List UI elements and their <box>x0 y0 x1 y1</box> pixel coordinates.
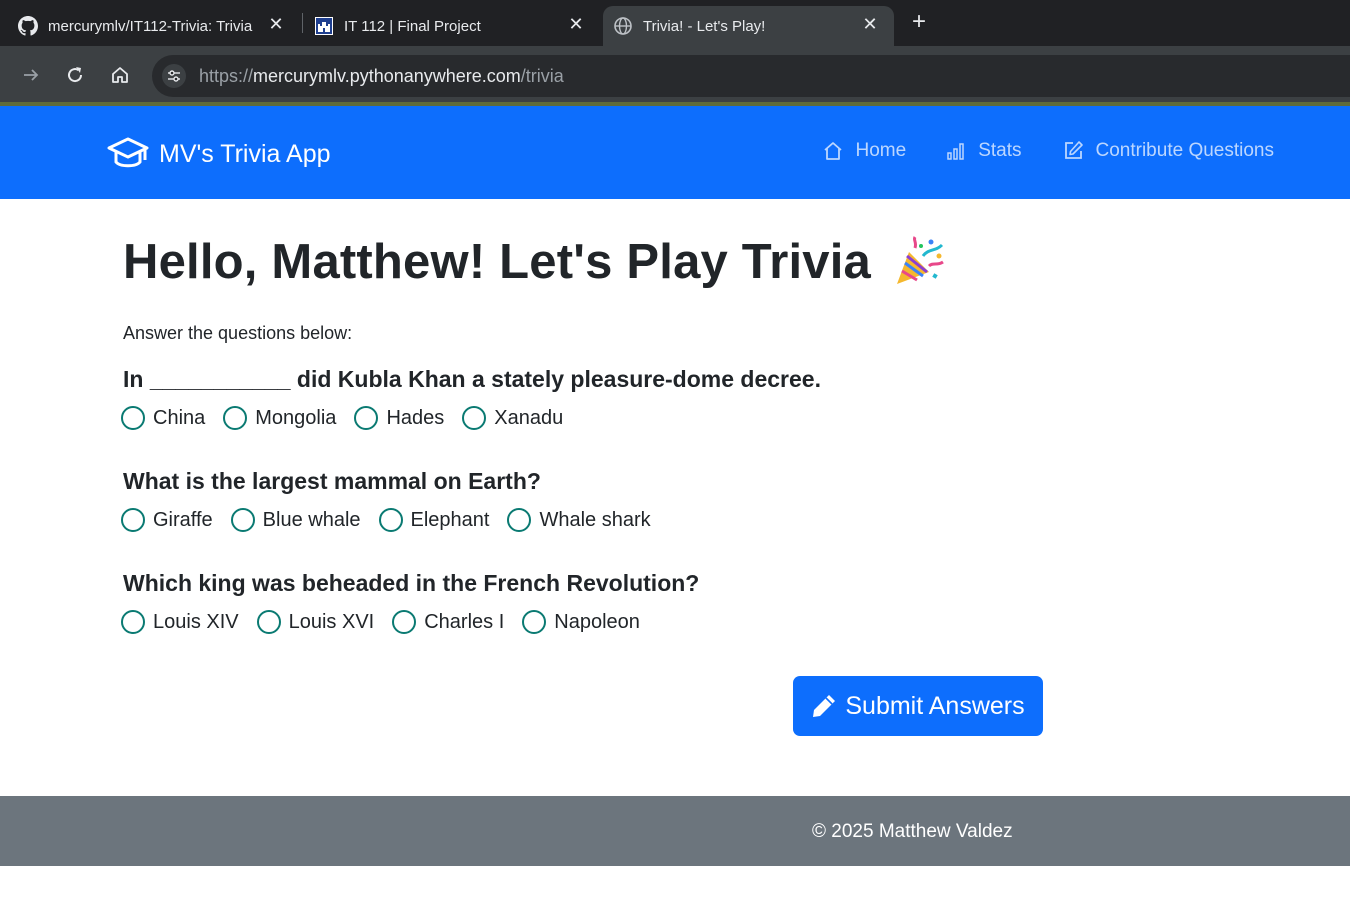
answer-options: Giraffe Blue whale Elephant Whale shark <box>121 508 1043 532</box>
option-label: Louis XVI <box>288 610 375 633</box>
submit-label: Submit Answers <box>845 691 1025 720</box>
answer-options: China Mongolia Hades Xanadu <box>121 406 1043 430</box>
radio-button[interactable] <box>230 508 255 532</box>
radio-button[interactable] <box>462 406 487 430</box>
option-label: Xanadu <box>494 406 564 429</box>
answer-option[interactable]: Xanadu <box>462 406 563 430</box>
answer-option[interactable]: Mongolia <box>223 406 336 430</box>
option-label: Blue whale <box>262 508 361 531</box>
pencil-square-icon <box>1062 140 1084 162</box>
question-block-2: What is the largest mammal on Earth? Gir… <box>121 468 1043 570</box>
new-tab-button[interactable]: + <box>906 10 932 36</box>
question-block-3: Which king was beheaded in the French Re… <box>121 570 1043 672</box>
graduation-cap-icon <box>107 136 149 172</box>
reload-icon[interactable] <box>62 62 88 88</box>
tab-title: mercurymlv/IT112-Trivia: Trivia a <box>48 17 256 35</box>
house-icon <box>822 140 844 162</box>
url-text: https://mercurymlv.pythonanywhere.com/tr… <box>199 66 564 87</box>
bar-chart-icon <box>946 141 966 161</box>
answer-option[interactable]: Louis XVI <box>256 610 375 634</box>
browser-tab-final-project[interactable]: IT 112 | Final Project ✕ <box>304 6 600 46</box>
tab-title: IT 112 | Final Project <box>344 17 481 35</box>
nav-link-label: Home <box>855 140 907 161</box>
option-label: China <box>153 406 206 429</box>
tab-title: Trivia! - Let's Play! <box>643 17 766 35</box>
home-icon[interactable] <box>107 62 133 88</box>
browser-toolbar: https://mercurymlv.pythonanywhere.com/tr… <box>0 46 1350 104</box>
radio-button[interactable] <box>223 406 248 430</box>
radio-button[interactable] <box>354 406 379 430</box>
option-label: Charles I <box>424 610 505 633</box>
globe-icon <box>613 16 633 36</box>
radio-button[interactable] <box>121 610 145 634</box>
question-block-1: In ___________ did Kubla Khan a stately … <box>121 366 1043 468</box>
brand-title: MV's Trivia App <box>159 139 331 168</box>
answer-option[interactable]: Hades <box>354 406 444 430</box>
radio-button[interactable] <box>256 610 281 634</box>
github-icon <box>18 16 38 36</box>
nav-link-stats[interactable]: Stats <box>946 140 1022 162</box>
browser-tab-strip: mercurymlv/IT112-Trivia: Trivia a ✕ IT 1… <box>0 0 1350 46</box>
tab-separator <box>302 13 303 33</box>
answer-option[interactable]: Giraffe <box>121 508 213 532</box>
answer-option[interactable]: Blue whale <box>230 508 361 532</box>
app-navbar: MV's Trivia App Home Stats Contribute Qu… <box>0 106 1350 199</box>
radio-button[interactable] <box>507 508 532 532</box>
forward-arrow-icon[interactable] <box>18 62 44 88</box>
question-text: In ___________ did Kubla Khan a stately … <box>123 366 821 392</box>
page-title: Hello, Matthew! Let's Play Trivia <box>123 230 1043 294</box>
answer-option[interactable]: Charles I <box>392 610 504 634</box>
party-popper-icon <box>893 236 945 288</box>
answer-option[interactable]: Napoleon <box>522 610 640 634</box>
nav-link-label: Contribute Questions <box>1095 140 1275 161</box>
option-label: Hades <box>386 406 445 429</box>
option-label: Louis XIV <box>153 610 239 633</box>
answer-option[interactable]: Louis XIV <box>121 610 239 634</box>
option-label: Elephant <box>410 508 490 531</box>
option-label: Napoleon <box>554 610 640 633</box>
main-content: Hello, Matthew! Let's Play Trivia Answer… <box>121 230 1043 672</box>
radio-button[interactable] <box>522 610 547 634</box>
radio-button[interactable] <box>121 508 145 532</box>
close-tab-icon[interactable]: ✕ <box>566 14 586 34</box>
close-tab-icon[interactable]: ✕ <box>266 14 286 34</box>
answer-options: Louis XIV Louis XVI Charles I Napoleon <box>121 610 1043 634</box>
submit-answers-button[interactable]: Submit Answers <box>793 676 1043 736</box>
radio-button[interactable] <box>121 406 145 430</box>
navbar-brand[interactable]: MV's Trivia App <box>107 136 331 172</box>
nav-link-contribute[interactable]: Contribute Questions <box>1062 140 1275 162</box>
url-path: /trivia <box>520 66 564 86</box>
browser-tab-trivia-active[interactable]: Trivia! - Let's Play! ✕ <box>603 6 894 46</box>
close-tab-icon[interactable]: ✕ <box>860 14 880 34</box>
pencil-icon <box>811 693 837 719</box>
url-scheme: https:// <box>199 66 254 86</box>
nav-links: Home Stats Contribute Questions <box>782 140 1275 162</box>
answer-option[interactable]: Whale shark <box>507 508 651 532</box>
castle-icon <box>314 16 334 36</box>
option-label: Giraffe <box>153 508 213 531</box>
address-bar[interactable]: https://mercurymlv.pythonanywhere.com/tr… <box>152 55 1350 97</box>
page-footer: © 2025 Matthew Valdez <box>0 796 1350 866</box>
browser-tab-github[interactable]: mercurymlv/IT112-Trivia: Trivia a ✕ <box>0 6 300 46</box>
radio-button[interactable] <box>392 610 417 634</box>
site-settings-icon[interactable] <box>162 64 186 88</box>
page-title-text: Hello, Matthew! Let's Play Trivia <box>123 235 872 289</box>
answer-option[interactable]: China <box>121 406 205 430</box>
option-label: Mongolia <box>255 406 337 429</box>
option-label: Whale shark <box>539 508 651 531</box>
nav-link-label: Stats <box>978 140 1022 161</box>
footer-copyright: © 2025 Matthew Valdez <box>812 821 1013 842</box>
answer-option[interactable]: Elephant <box>378 508 490 532</box>
question-text: What is the largest mammal on Earth? <box>123 468 541 494</box>
radio-button[interactable] <box>378 508 403 532</box>
nav-link-home[interactable]: Home <box>822 140 907 162</box>
url-host: mercurymlv.pythonanywhere.com <box>253 66 521 86</box>
intro-text: Answer the questions below: <box>123 323 353 343</box>
question-text: Which king was beheaded in the French Re… <box>123 570 700 596</box>
